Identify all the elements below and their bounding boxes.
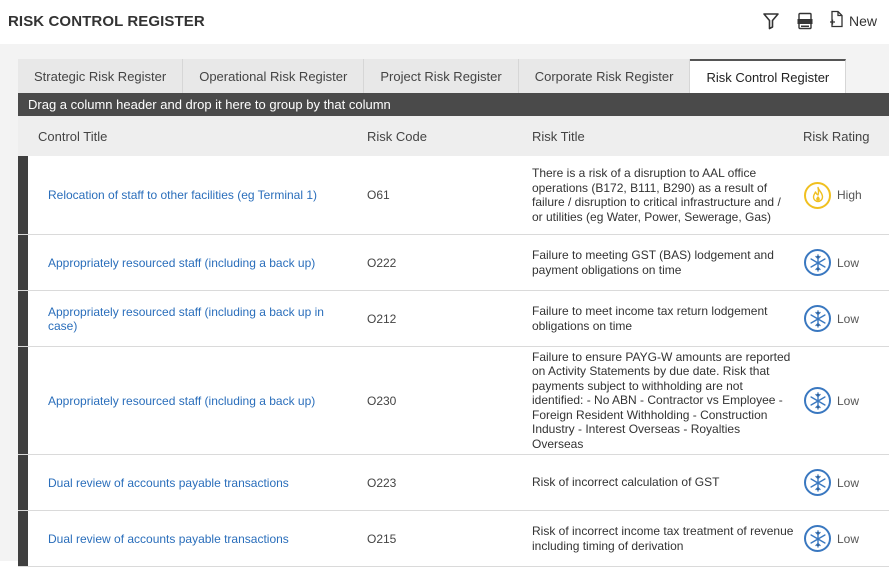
risk-code: O215 bbox=[367, 531, 397, 546]
export-xlsx-icon[interactable] bbox=[795, 11, 815, 31]
risk-rating-label: Low bbox=[837, 475, 860, 490]
risk-code: O230 bbox=[367, 393, 397, 408]
risk-rating-label: High bbox=[837, 188, 862, 202]
risk-code: O223 bbox=[367, 475, 397, 490]
new-button-label: New bbox=[848, 12, 877, 29]
tab-operational-risk-register[interactable]: Operational Risk Register bbox=[183, 59, 365, 93]
table-row[interactable]: Dual review of accounts payable transact… bbox=[18, 455, 889, 511]
fire-icon bbox=[804, 181, 831, 209]
row-indicator bbox=[18, 291, 28, 346]
risk-rating: Low bbox=[804, 235, 889, 290]
tab-risk-control-register[interactable]: Risk Control Register bbox=[690, 59, 847, 93]
risk-rating-label: Low bbox=[837, 531, 860, 546]
control-title-link[interactable]: Dual review of accounts payable transact… bbox=[48, 455, 338, 510]
row-indicator bbox=[18, 455, 28, 510]
main-content: Strategic Risk Register Operational Risk… bbox=[0, 44, 889, 567]
risk-code: O222 bbox=[367, 255, 397, 270]
risk-title: Failure to meet income tax return lodgem… bbox=[532, 304, 768, 333]
row-indicator bbox=[18, 235, 28, 290]
control-title-link[interactable]: Appropriately resourced staff (including… bbox=[48, 235, 338, 290]
risk-rating-label: Low bbox=[837, 311, 860, 326]
risk-rating-label: Low bbox=[837, 255, 860, 270]
control-title-link[interactable]: Dual review of accounts payable transact… bbox=[48, 511, 338, 566]
risk-rating-label: Low bbox=[837, 393, 860, 408]
column-header-risk-rating[interactable]: Risk Rating bbox=[803, 129, 869, 144]
snowflake-icon bbox=[804, 387, 831, 414]
risk-rating: Low bbox=[804, 347, 889, 454]
control-title-link[interactable]: Appropriately resourced staff (including… bbox=[48, 347, 338, 454]
table-row[interactable]: Appropriately resourced staff (including… bbox=[18, 347, 889, 455]
filter-icon[interactable] bbox=[761, 11, 781, 31]
grid-body: Relocation of staff to other facilities … bbox=[18, 156, 889, 567]
tab-strip: Strategic Risk Register Operational Risk… bbox=[18, 59, 847, 93]
risk-rating: Low bbox=[804, 511, 889, 566]
table-row[interactable]: Dual review of accounts payable transact… bbox=[18, 511, 889, 567]
table-row[interactable]: Appropriately resourced staff (including… bbox=[18, 235, 889, 291]
new-button[interactable]: New bbox=[829, 10, 877, 31]
risk-title: There is a risk of a disruption to AAL o… bbox=[532, 166, 781, 224]
snowflake-icon bbox=[804, 525, 831, 552]
risk-title: Risk of incorrect income tax treatment o… bbox=[532, 524, 794, 553]
toolbar: New bbox=[761, 10, 877, 31]
snowflake-icon bbox=[804, 249, 831, 276]
row-indicator bbox=[18, 347, 28, 454]
tab-project-risk-register[interactable]: Project Risk Register bbox=[364, 59, 519, 93]
risk-title: Failure to ensure PAYG-W amounts are rep… bbox=[532, 349, 791, 451]
risk-code: O61 bbox=[367, 188, 390, 202]
row-indicator bbox=[18, 511, 28, 566]
snowflake-icon bbox=[804, 305, 831, 332]
new-document-icon bbox=[829, 10, 845, 31]
page-header: RISK CONTROL REGISTER New bbox=[0, 0, 889, 44]
risk-title: Risk of incorrect calculation of GST bbox=[532, 475, 720, 490]
group-drop-zone[interactable]: Drag a column header and drop it here to… bbox=[18, 93, 889, 116]
risk-code: O212 bbox=[367, 311, 397, 326]
column-header-control-title[interactable]: Control Title bbox=[38, 129, 107, 144]
control-title-link[interactable]: Appropriately resourced staff (including… bbox=[48, 291, 338, 346]
risk-rating: Low bbox=[804, 291, 889, 346]
risk-rating: Low bbox=[804, 455, 889, 510]
page-title: RISK CONTROL REGISTER bbox=[8, 13, 205, 30]
column-header-risk-code[interactable]: Risk Code bbox=[367, 129, 427, 144]
tab-strategic-risk-register[interactable]: Strategic Risk Register bbox=[18, 59, 184, 93]
risk-title: Failure to meeting GST (BAS) lodgement a… bbox=[532, 248, 774, 277]
column-header-risk-title[interactable]: Risk Title bbox=[532, 129, 585, 144]
control-title-link[interactable]: Relocation of staff to other facilities … bbox=[48, 156, 338, 234]
risk-rating: High bbox=[804, 156, 889, 234]
snowflake-icon bbox=[804, 469, 831, 496]
table-row[interactable]: Appropriately resourced staff (including… bbox=[18, 291, 889, 347]
grid-header: Control Title Risk Code Risk Title Risk … bbox=[18, 116, 889, 156]
row-indicator bbox=[18, 156, 28, 234]
table-row[interactable]: Relocation of staff to other facilities … bbox=[18, 156, 889, 235]
tab-corporate-risk-register[interactable]: Corporate Risk Register bbox=[518, 59, 691, 93]
